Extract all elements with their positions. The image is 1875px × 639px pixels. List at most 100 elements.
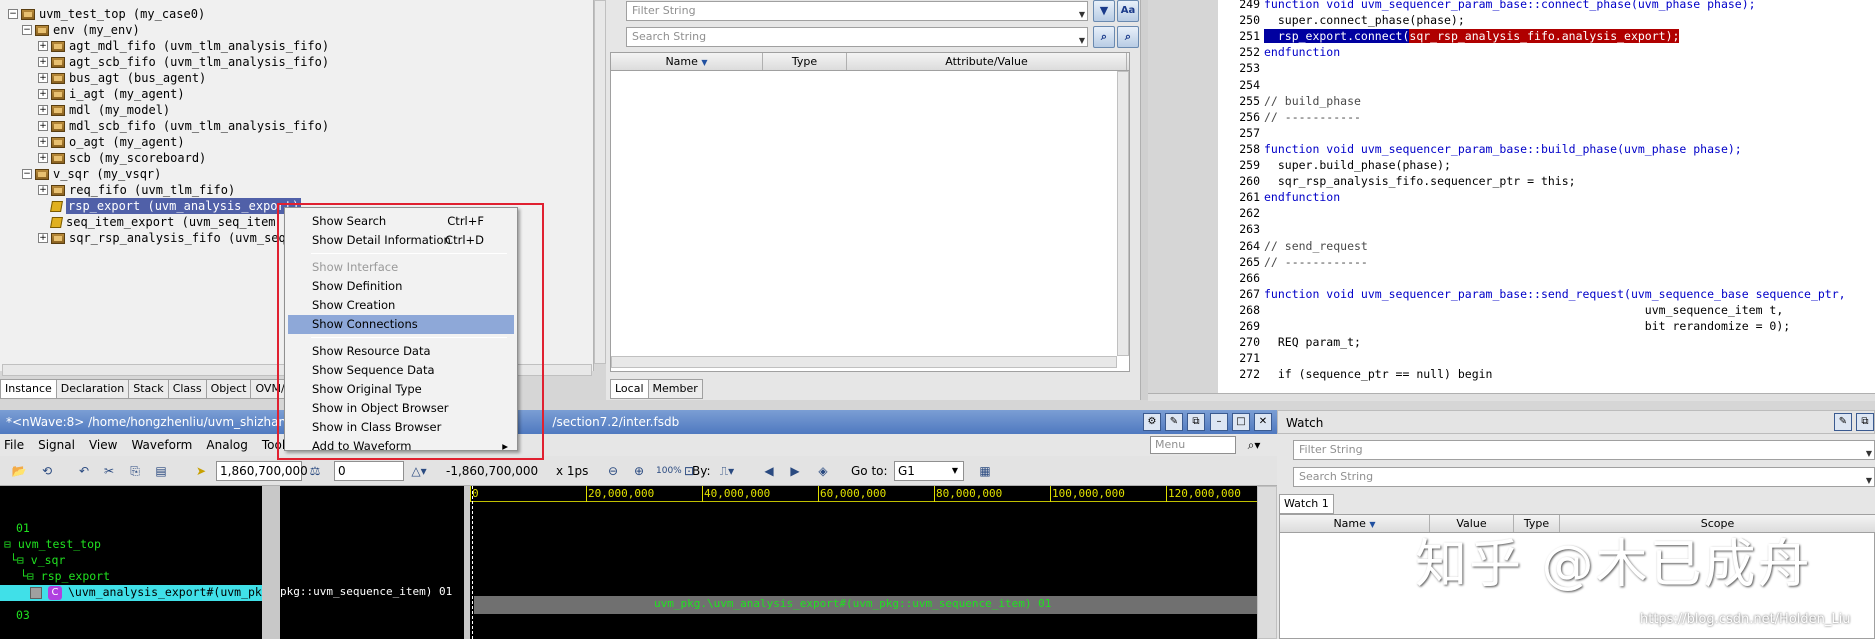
collapse-icon[interactable]: − — [22, 25, 32, 35]
menu-search-field[interactable]: Menu — [1150, 436, 1236, 454]
collapse-icon[interactable]: − — [22, 169, 32, 179]
member-filter-input[interactable]: Filter String ▼ — [626, 1, 1088, 21]
annotate-icon[interactable]: ◈ — [814, 462, 832, 480]
minimize-icon[interactable]: – — [1210, 413, 1228, 431]
goto-dropdown-icon[interactable]: ▼ — [946, 462, 964, 480]
expand-icon[interactable]: + — [38, 121, 48, 131]
tree-node[interactable]: + agt_mdl_fifo (uvm_tlm_analysis_fifo) — [38, 38, 329, 54]
expand-icon[interactable]: + — [38, 137, 48, 147]
tree-node[interactable]: rsp_export (uvm_analysis_export) — [38, 198, 302, 214]
watch-column-value[interactable]: Value — [1430, 515, 1514, 532]
tree-node[interactable]: + mdl (my_model) — [38, 102, 170, 118]
undo-icon[interactable]: ↶ — [75, 462, 93, 480]
signal-v-sqr[interactable]: └⊟ v_sqr — [10, 553, 65, 567]
maximize-icon[interactable]: □ — [1232, 413, 1250, 431]
marker-time-field[interactable]: 0 — [334, 461, 404, 481]
tab-watch-1[interactable]: Watch 1 — [1279, 494, 1334, 514]
menu-view[interactable]: View — [89, 438, 117, 452]
expand-icon[interactable]: + — [38, 105, 48, 115]
tab-member[interactable]: Member — [647, 379, 703, 399]
watch-filter-input[interactable]: Filter String ▼ — [1293, 440, 1875, 460]
menu-file[interactable]: File — [4, 438, 24, 452]
watch-column-type[interactable]: Type — [1514, 515, 1560, 532]
cursor-time-field[interactable]: 1,860,700,000 — [216, 461, 308, 481]
tree-node[interactable]: + o_agt (my_agent) — [38, 134, 185, 150]
expand-icon[interactable]: + — [38, 153, 48, 163]
copy-icon[interactable]: ⎘ — [126, 462, 144, 480]
pin-icon[interactable]: ✎ — [1165, 413, 1183, 431]
pin-icon[interactable]: ✎ — [1834, 413, 1852, 431]
expand-icon[interactable]: + — [38, 57, 48, 67]
ruler-tick — [470, 486, 471, 502]
prev-icon[interactable]: ◀ — [760, 462, 778, 480]
signal-uvm-test-top[interactable]: ⊟ uvm_test_top — [4, 537, 101, 551]
watch-column-name[interactable]: Name ▼ — [1280, 515, 1430, 532]
menu-analog[interactable]: Analog — [206, 438, 247, 452]
tree-node[interactable]: + sqr_rsp_analysis_fifo (uvm_seq — [38, 230, 286, 246]
tree-node[interactable]: seq_item_export (uvm_seq_item — [38, 214, 276, 230]
tree-node[interactable]: + i_agt (my_agent) — [38, 86, 185, 102]
filter-icon[interactable]: ▼ — [1093, 0, 1115, 22]
signal-rsp-export[interactable]: └⊟ rsp_export — [20, 569, 110, 583]
hierarchy-vscrollbar[interactable] — [594, 0, 606, 364]
column-attribute-value[interactable]: Attribute/Value — [847, 53, 1127, 70]
tab-stack[interactable]: Stack — [128, 379, 169, 399]
tab-instance[interactable]: Instance — [0, 379, 57, 399]
tab-local[interactable]: Local — [610, 379, 649, 399]
signal-splitter[interactable] — [262, 486, 280, 639]
undock-icon[interactable]: ⧉ — [1856, 413, 1874, 431]
tree-node[interactable]: + agt_scb_fifo (uvm_tlm_analysis_fifo) — [38, 54, 329, 70]
tree-node[interactable]: + scb (my_scoreboard) — [38, 150, 206, 166]
tree-node[interactable]: + bus_agt (bus_agent) — [38, 70, 206, 86]
collapse-icon[interactable]: − — [8, 9, 18, 19]
member-vscrollbar[interactable] — [1117, 71, 1129, 356]
menu-signal[interactable]: Signal — [38, 438, 75, 452]
tree-node[interactable]: − v_sqr (my_vsqr) — [22, 166, 161, 182]
menu-waveform[interactable]: Waveform — [131, 438, 192, 452]
watch-search-input[interactable]: Search String ▼ — [1293, 467, 1875, 487]
tab-declaration[interactable]: Declaration — [55, 379, 130, 399]
marker-icon[interactable]: ⚖ — [306, 462, 324, 480]
group-g3[interactable]: 03 — [16, 608, 30, 622]
expand-icon[interactable]: + — [38, 185, 48, 195]
edge-icon[interactable]: ⎍▾ — [718, 462, 736, 480]
paste-icon[interactable]: ▤ — [152, 462, 170, 480]
cut-icon[interactable]: ✂ — [100, 462, 118, 480]
tree-node[interactable]: + req_fifo (uvm_tlm_fifo) — [38, 182, 235, 198]
gear-icon[interactable]: ⚙ — [1143, 413, 1161, 431]
member-hscrollbar[interactable] — [611, 356, 1117, 368]
column-name[interactable]: Name ▼ — [611, 53, 763, 70]
waveform-vscrollbar[interactable] — [1257, 486, 1277, 639]
calendar-icon[interactable]: ▦ — [976, 462, 994, 480]
tree-node[interactable]: − uvm_test_top (my_case0) — [8, 6, 205, 22]
tab-object[interactable]: Object — [205, 379, 252, 399]
open-icon[interactable]: 📂 — [10, 462, 28, 480]
expand-icon[interactable]: + — [38, 89, 48, 99]
search-icon[interactable]: ⌕ — [1093, 26, 1115, 48]
tree-node[interactable]: + mdl_scb_fifo (uvm_tlm_analysis_fifo) — [38, 118, 329, 134]
undock-icon[interactable]: ⧉ — [1187, 413, 1205, 431]
expand-icon[interactable]: + — [38, 41, 48, 51]
zoom-fit-icon[interactable]: 100% — [656, 462, 682, 480]
expand-icon[interactable]: + — [38, 73, 48, 83]
reload-icon[interactable]: ⟲ — [38, 462, 56, 480]
column-type[interactable]: Type — [763, 53, 847, 70]
code-scroll-strip[interactable] — [1148, 393, 1875, 401]
find-icon[interactable]: ⌕ — [1117, 26, 1139, 48]
member-search-input[interactable]: Search String ▼ — [626, 27, 1088, 47]
match-case-icon[interactable]: Aa — [1117, 0, 1139, 22]
selected-signal-row[interactable]: C \uvm_analysis_export#(uvm_pk — [0, 585, 262, 601]
cursor-icon[interactable]: ➤ — [192, 462, 210, 480]
tree-node[interactable]: − env (my_env) — [22, 22, 140, 38]
menu-search-icon[interactable]: ⌕▾ — [1240, 436, 1268, 454]
expand-icon[interactable]: + — [38, 233, 48, 243]
waveform-pane[interactable]: 0 20,000,000 40,000,000 60,000,000 80,000,00… — [470, 486, 1257, 639]
zoom-in-icon[interactable]: ⊕ — [630, 462, 648, 480]
zoom-out-icon[interactable]: ⊖ — [604, 462, 622, 480]
tab-class[interactable]: Class — [167, 379, 207, 399]
group-g1[interactable]: 01 — [16, 521, 30, 535]
close-icon[interactable]: ✕ — [1254, 413, 1272, 431]
watch-column-scope[interactable]: Scope — [1560, 515, 1875, 532]
next-icon[interactable]: ▶ — [786, 462, 804, 480]
code-splitter[interactable] — [1140, 0, 1148, 400]
